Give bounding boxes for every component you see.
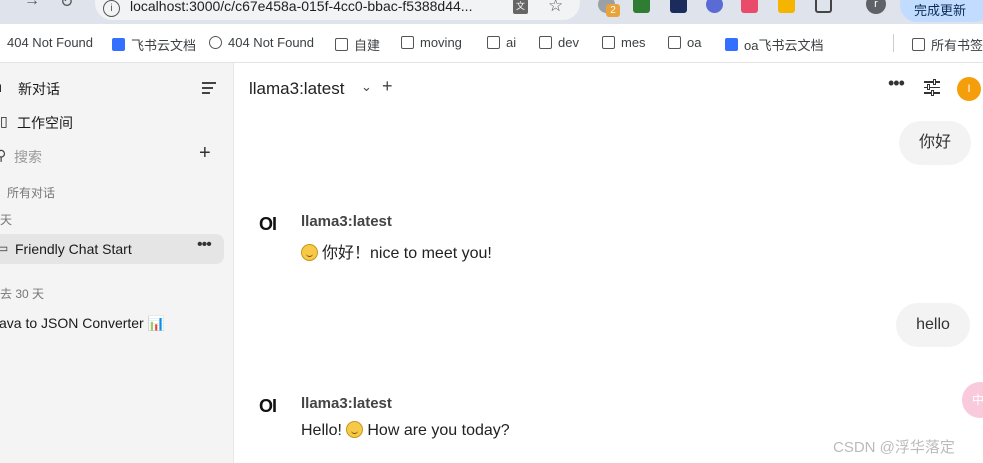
bookmark-label: 自建 — [354, 38, 381, 53]
all-chats-label: 所有对话 — [7, 186, 56, 200]
user-message-text: 你好 — [918, 134, 951, 151]
chat-title: Friendly Chat Start — [15, 241, 132, 257]
bookmark-label: 404 Not Found — [7, 35, 94, 50]
translate-icon[interactable]: 文 — [513, 0, 528, 14]
assistant-logo: OI — [259, 214, 277, 234]
bookmark-label: 404 Not Found — [228, 35, 315, 50]
add-model-icon[interactable]: + — [382, 76, 393, 97]
chat-item[interactable]: Java to JSON Converter 📊 — [0, 315, 165, 332]
doc-icon — [112, 38, 125, 51]
folder-icon — [335, 38, 348, 51]
bookmark-label: oa飞书云文档 — [744, 38, 824, 53]
update-label: 完成更新 — [914, 3, 967, 18]
model-selector[interactable]: llama3:latest — [249, 79, 344, 99]
extension-badge: 2 — [606, 4, 620, 17]
assistant-message-content: Hello! — [301, 422, 342, 439]
workspace-icon: ▯ — [0, 113, 8, 129]
section-past-30-days: 过去 30 天 — [0, 287, 45, 301]
folder-icon — [401, 36, 414, 49]
site-info-icon[interactable]: i — [103, 0, 120, 17]
user-message-bubble: 你好 — [899, 121, 971, 165]
puzzle-icon[interactable] — [815, 0, 832, 13]
chat-options-icon[interactable]: ••• — [197, 236, 212, 254]
download-extension-icon[interactable] — [633, 0, 650, 13]
profile-avatar[interactable]: r — [866, 0, 886, 14]
folder-icon — [539, 36, 552, 49]
new-folder-plus-icon[interactable]: + — [199, 142, 211, 165]
bookmark-folder[interactable]: ai — [487, 35, 516, 50]
float-char: 中 — [972, 393, 983, 407]
bookmark-item[interactable]: 飞书云文档 — [112, 35, 196, 54]
assistant-message-text: 你好！nice to meet you! — [301, 239, 492, 263]
bookmark-folder[interactable]: 所有书签 — [912, 35, 983, 54]
section-today: 今天 — [0, 213, 13, 227]
browser-toolbar: → ↻ i localhost:3000/c/c67e458a-015f-4cc… — [0, 0, 983, 24]
update-button[interactable]: 完成更新 — [900, 0, 983, 22]
bookmark-label: mes — [621, 35, 646, 50]
smile-emoji-icon — [301, 244, 318, 261]
bookmark-folder[interactable]: dev — [539, 35, 579, 50]
bookmark-label: oa — [687, 35, 702, 50]
chat-icon: ▭ — [0, 241, 9, 255]
bookmarks-bar: 404 Not Found 飞书云文档 404 Not Found 自建 mov… — [0, 24, 983, 63]
bookmark-label: moving — [420, 35, 462, 50]
bookmark-label: dev — [558, 35, 579, 50]
user-message-bubble: hello — [896, 303, 970, 347]
search-icon: ⚲ — [0, 147, 7, 163]
reload-icon[interactable]: ↻ — [60, 0, 73, 12]
assistant-message-content: 你好！nice to meet you! — [322, 245, 492, 262]
chat-title: Java to JSON Converter 📊 — [0, 315, 166, 331]
folder-icon — [912, 38, 925, 51]
forward-icon[interactable]: → — [24, 0, 40, 10]
bookmark-folder[interactable]: mes — [602, 35, 646, 50]
bookmark-star-icon[interactable]: ☆ — [548, 0, 563, 16]
new-chat-label: 新对话 — [18, 81, 60, 97]
new-chat-icon: ı — [0, 79, 2, 95]
watermark: CSDN @浮华落定 — [833, 439, 955, 456]
capture-extension-icon[interactable] — [706, 0, 723, 13]
sidebar: ı 新对话 ▯ 工作空间 ⚲ 搜索 + 所有对话 今天 ▭ Friendly C… — [0, 63, 234, 463]
workspace-label: 工作空间 — [17, 115, 73, 131]
globe-icon — [209, 36, 222, 49]
assistant-logo: OI — [259, 396, 277, 416]
assistant-message-text: Hello! How are you today? — [301, 421, 510, 440]
translate-extension-icon[interactable] — [741, 0, 758, 13]
bookmark-label: 飞书云文档 — [131, 38, 197, 53]
assistant-message-content: How are you today? — [367, 422, 510, 439]
assistant-name: llama3:latest — [301, 213, 392, 230]
user-avatar[interactable]: I — [957, 77, 981, 101]
doc-icon — [725, 38, 738, 51]
folder-icon — [487, 36, 500, 49]
search-placeholder: 搜索 — [14, 149, 42, 165]
bookmark-folder[interactable]: oa — [668, 35, 701, 50]
chat-main: llama3:latest ⌄ + ••• I 你好 OI llama3:lat… — [234, 63, 983, 463]
sidebar-toggle-icon[interactable] — [202, 82, 216, 97]
folder-icon — [602, 36, 615, 49]
bookmark-label: 所有书签 — [931, 38, 983, 53]
chat-item-active[interactable]: ▭ Friendly Chat Start ••• — [0, 234, 224, 264]
bookmark-item[interactable]: oa飞书云文档 — [725, 35, 823, 54]
folder-icon — [668, 36, 681, 49]
url-text[interactable]: localhost:3000/c/c67e458a-015f-4cc0-bbac… — [130, 0, 472, 14]
assistant-name: llama3:latest — [301, 395, 392, 412]
bookmark-item[interactable]: 404 Not Found — [7, 35, 93, 50]
smile-emoji-icon — [346, 421, 364, 438]
download-arrow-icon[interactable] — [778, 0, 795, 13]
chevron-down-icon[interactable]: ⌄ — [361, 79, 372, 95]
settings-sliders-icon[interactable] — [924, 79, 940, 98]
bookmark-folder[interactable]: moving — [401, 35, 462, 50]
bookmark-separator — [893, 34, 894, 52]
more-options-icon[interactable]: ••• — [888, 73, 905, 94]
bookmark-label: ai — [506, 35, 517, 50]
bookmark-folder[interactable]: 自建 — [335, 35, 380, 54]
user-message-text: hello — [916, 316, 950, 333]
address-bar[interactable]: i localhost:3000/c/c67e458a-015f-4cc0-bb… — [95, 0, 580, 20]
video-extension-icon[interactable] — [670, 0, 687, 13]
bookmark-item[interactable]: 404 Not Found — [209, 35, 314, 50]
